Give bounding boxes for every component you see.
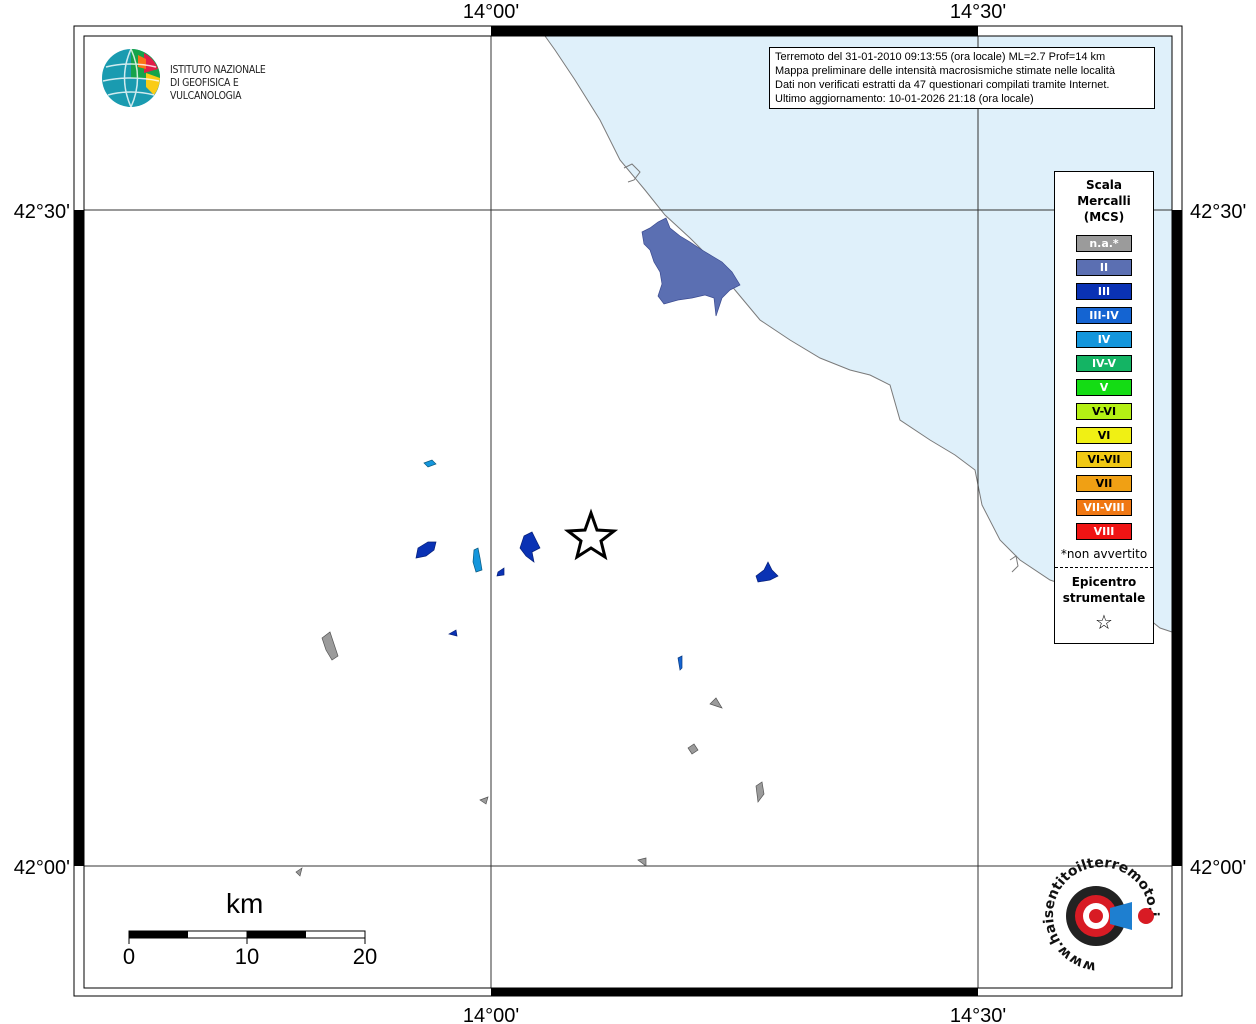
event-info-box: Terremoto del 31-01-2010 09:13:55 (ora l… [769, 47, 1155, 109]
lon-label-top-1: 14°00' [463, 1, 519, 23]
scalebar-seg-3 [247, 931, 306, 938]
legend-item-na: n.a.* [1076, 235, 1132, 252]
legend-item-v: V [1076, 379, 1132, 396]
speaker-icon: www.haisentitoilterremoto.it [1033, 836, 1161, 975]
lat-label-right-2: 42°00' [1190, 857, 1246, 879]
intensity-area-na-a [321, 631, 339, 661]
legend-title-line1: Scala [1085, 178, 1123, 192]
legend-epicenter-line1: Epicentro [1071, 575, 1137, 589]
intensity-area-na-b [709, 697, 723, 709]
legend-note: *non avvertito [1060, 547, 1148, 561]
legend-epicenter-label: Epicentro strumentale [1055, 574, 1153, 606]
event-info-line1: Terremoto del 31-01-2010 09:13:55 (ora l… [775, 51, 1106, 63]
legend-item-iii: III [1076, 283, 1132, 300]
ingv-name-line1: ISTITUTO NAZIONALE [170, 63, 266, 76]
mcs-legend: Scala Mercalli (MCS) n.a.* II III III-IV IV I… [1054, 171, 1154, 644]
event-info-line2: Mappa preliminare delle intensità macros… [775, 65, 1115, 77]
lat-label-left-2: 42°00' [14, 857, 70, 879]
frame-bar-left [74, 210, 84, 866]
scalebar-label-20: 20 [352, 944, 378, 969]
ingv-name-line2: DI GEOFISICA E VULCANOLOGIA [170, 76, 242, 102]
intensity-area-na-e [479, 796, 489, 805]
intensity-area-III-IV [677, 655, 683, 671]
legend-separator [1055, 567, 1153, 568]
legend-item-iv: IV [1076, 331, 1132, 348]
intensity-area-na-d [755, 781, 765, 803]
epicenter-star [563, 508, 619, 561]
haisentito-logo: www.haisentitoilterremoto.it [1033, 836, 1166, 978]
frame-bar-top [491, 26, 978, 36]
legend-item-vii: VII [1076, 475, 1132, 492]
intensity-area-III-a [415, 541, 437, 559]
legend-item-viii: VIII [1076, 523, 1132, 540]
lat-label-left-1: 42°30' [14, 201, 70, 223]
intensity-area-IV-b [423, 459, 437, 468]
intensity-area-IV-a [472, 547, 483, 573]
scalebar-title: km [226, 888, 264, 919]
legend-item-iii-iv: III-IV [1076, 307, 1132, 324]
ingv-name: ISTITUTO NAZIONALE DI GEOFISICA E VULCAN… [170, 63, 298, 102]
legend-title-line3: (MCS) [1083, 210, 1125, 224]
event-info-line4: Ultimo aggiornamento: 10-01-2026 21:18 (… [775, 93, 1034, 105]
star-icon: ☆ [1095, 610, 1113, 634]
legend-title: Scala Mercalli (MCS) [1055, 177, 1153, 225]
legend-title-line2: Mercalli [1077, 194, 1131, 208]
scalebar-label-0: 0 [122, 944, 136, 969]
scalebar-seg-1 [129, 931, 188, 938]
legend-item-ii: II [1076, 259, 1132, 276]
legend-item-vi-vii: VI-VII [1076, 451, 1132, 468]
intensity-area-na-c [687, 743, 699, 755]
intensity-area-III-d [496, 567, 505, 577]
legend-item-iv-v: IV-V [1076, 355, 1132, 372]
legend-item-vii-viii: VII-VIII [1076, 499, 1132, 516]
frame-bar-right [1172, 210, 1182, 866]
intensity-area-III-c [755, 561, 779, 583]
globe-icon [102, 48, 160, 108]
intensity-area-III-e [448, 629, 458, 637]
ingv-logo: ISTITUTO NAZIONALE DI GEOFISICA E VULCAN… [100, 47, 320, 111]
intensity-area-na-g [295, 867, 303, 877]
event-info-line3: Dati non verificati estratti da 47 quest… [775, 79, 1110, 91]
intensity-area-na-f [637, 857, 647, 867]
intensity-area-III-b [519, 531, 541, 563]
scalebar-label-10: 10 [234, 944, 260, 969]
lat-label-right-1: 42°30' [1190, 201, 1246, 223]
legend-items: n.a.* II III III-IV IV IV-V V V-VI VI VI-VII VII VI… [1055, 235, 1153, 540]
frame-bar-bottom [491, 988, 978, 996]
legend-epicenter-line2: strumentale [1062, 591, 1146, 605]
lon-label-bottom-1: 14°00' [463, 1005, 519, 1024]
lon-label-top-2: 14°30' [950, 1, 1006, 23]
legend-item-vi: VI [1076, 427, 1132, 444]
legend-item-v-vi: V-VI [1076, 403, 1132, 420]
lon-label-bottom-2: 14°30' [950, 1005, 1006, 1024]
coast-detail-b [1009, 555, 1019, 573]
